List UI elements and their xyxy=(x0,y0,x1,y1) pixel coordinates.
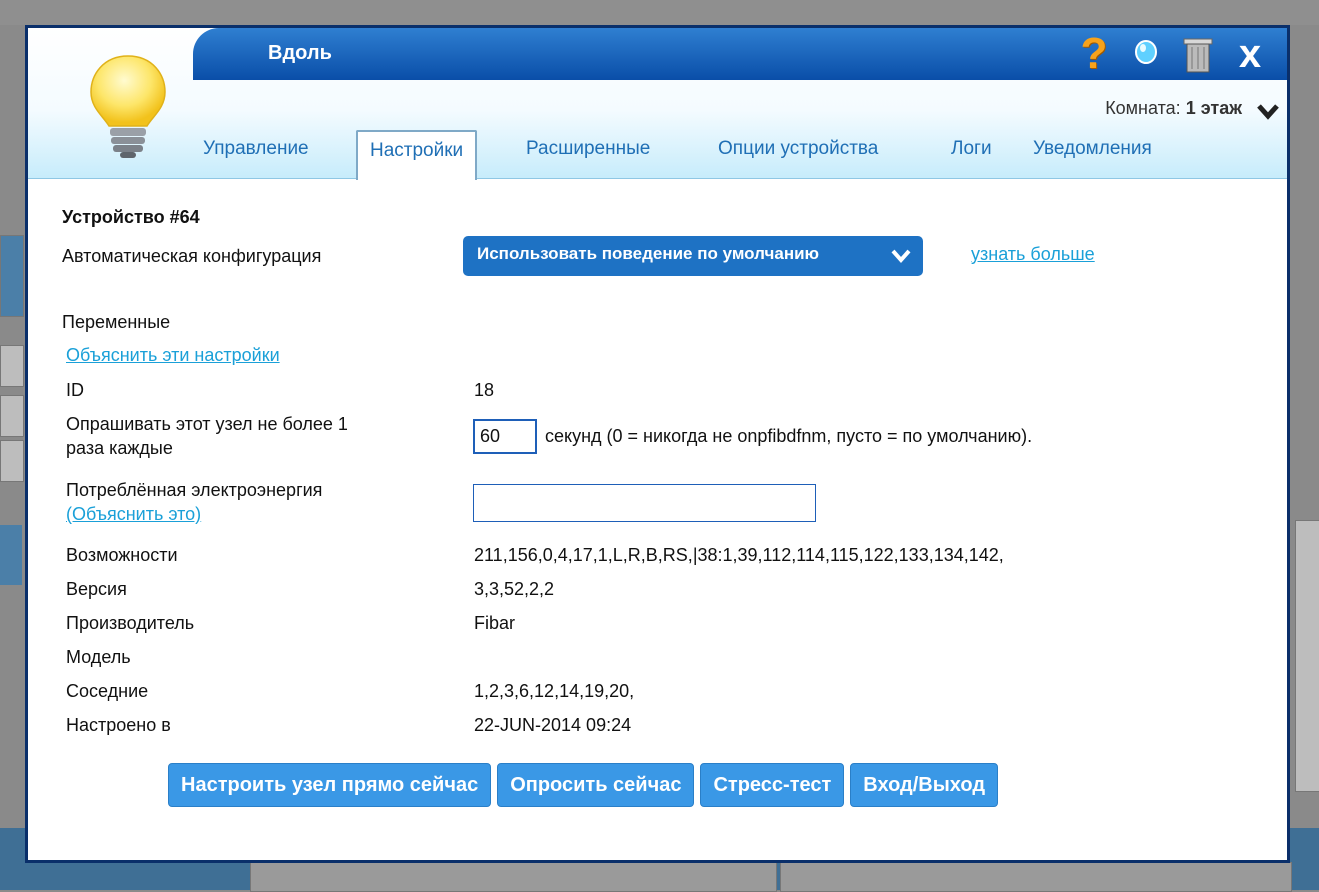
learn-more-link[interactable]: узнать больше xyxy=(971,244,1095,265)
bg-bottom-card xyxy=(250,862,777,892)
energy-explain-link[interactable]: (Объяснить это) xyxy=(66,504,201,525)
version-label: Версия xyxy=(66,579,127,599)
lightbulb-icon xyxy=(90,55,166,158)
title-bar: Вдоль ? x xyxy=(193,28,1287,80)
action-buttons: Настроить узел прямо сейчас Опросить сей… xyxy=(168,763,999,807)
capabilities-label: Возможности xyxy=(66,545,178,565)
id-label: ID xyxy=(66,380,84,400)
bg-right-panel xyxy=(1295,520,1319,792)
bg-left-panel xyxy=(0,235,24,317)
io-button[interactable]: Вход/Выход xyxy=(850,763,999,807)
help-icon[interactable]: ? xyxy=(1075,32,1113,76)
chevron-down-icon xyxy=(891,249,911,264)
model-label: Модель xyxy=(66,647,131,667)
tab-control[interactable]: Управление xyxy=(203,130,309,178)
poll-hint: секунд (0 = никогда не onpfibdfnm, пусто… xyxy=(545,426,1033,446)
tab-advanced[interactable]: Расширенные xyxy=(526,130,650,178)
bg-bottom-card-2 xyxy=(780,862,1292,892)
capabilities-value: 211,156,0,4,17,1,L,R,B,RS,|38:1,39,112,1… xyxy=(474,545,1004,565)
room-value: 1 этаж xyxy=(1185,98,1242,118)
manufacturer-value: Fibar xyxy=(474,613,516,633)
tab-notifications[interactable]: Уведомления xyxy=(1033,130,1152,178)
bg-top-strip xyxy=(0,0,1319,25)
tab-settings[interactable]: Настройки xyxy=(356,130,478,180)
trash-icon[interactable] xyxy=(1179,34,1217,74)
title-icons: ? x xyxy=(1075,31,1269,77)
poll-interval-input[interactable] xyxy=(473,419,537,454)
room-indicator[interactable]: Комната: 1 этаж xyxy=(1105,98,1242,119)
variables-label: Переменные xyxy=(62,312,171,332)
poll-now-button[interactable]: Опросить сейчас xyxy=(497,763,695,807)
bg-left-button-3 xyxy=(0,440,24,482)
explain-settings-link[interactable]: Объяснить эти настройки xyxy=(66,345,280,366)
configured-value: 22-JUN-2014 09:24 xyxy=(474,715,632,735)
bg-left-button-2 xyxy=(0,395,24,437)
dialog-header: Вдоль ? x Комната: 1 этаж Управление Нас… xyxy=(28,28,1287,180)
auto-config-label: Автоматическая конфигурация xyxy=(62,246,322,266)
dialog-title: Вдоль xyxy=(268,42,332,64)
poll-label-line2: раза каждые xyxy=(66,438,173,458)
room-label: Комната: xyxy=(1105,98,1181,118)
device-title: Устройство #64 xyxy=(62,207,200,227)
stress-test-button[interactable]: Стресс-тест xyxy=(700,763,845,807)
auto-config-select[interactable]: Использовать поведение по умолчанию xyxy=(463,236,923,276)
chevron-down-icon[interactable] xyxy=(1257,102,1279,120)
energy-input[interactable] xyxy=(473,484,816,522)
tab-logs[interactable]: Логи xyxy=(951,130,992,178)
version-value: 3,3,52,2,2 xyxy=(474,579,555,599)
device-settings-dialog: Вдоль ? x Комната: 1 этаж Управление Нас… xyxy=(25,25,1290,863)
close-icon[interactable]: x xyxy=(1231,34,1269,74)
neighbors-label: Соседние xyxy=(66,681,149,701)
manufacturer-label: Производитель xyxy=(66,613,195,633)
bg-left-blue xyxy=(0,525,22,585)
configured-label: Настроено в xyxy=(66,715,171,735)
auto-config-value: Использовать поведение по умолчанию xyxy=(477,244,820,263)
reload-icon[interactable] xyxy=(1127,34,1165,74)
energy-label: Потреблённая электроэнергия xyxy=(66,480,323,500)
configure-node-button[interactable]: Настроить узел прямо сейчас xyxy=(168,763,492,807)
bg-left-button xyxy=(0,345,24,387)
neighbors-value: 1,2,3,6,12,14,19,20, xyxy=(474,681,635,701)
id-value: 18 xyxy=(474,380,495,400)
poll-label-line1: Опрашивать этот узел не более 1 xyxy=(66,414,348,434)
tab-device-options[interactable]: Опции устройства xyxy=(718,130,878,178)
